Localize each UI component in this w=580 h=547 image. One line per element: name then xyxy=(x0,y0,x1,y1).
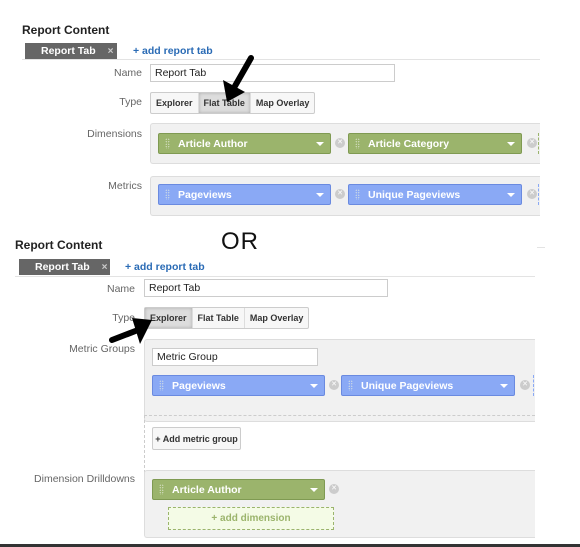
section-title: Report Content xyxy=(15,238,103,252)
remove-circle-icon[interactable]: ✕ xyxy=(329,484,339,494)
add-metric-group-button[interactable]: + Add metric group xyxy=(152,427,241,450)
chip-label: Article Author xyxy=(178,137,248,150)
metric-chip[interactable]: Unique Pageviews xyxy=(341,375,515,396)
dimension-chip[interactable]: Article Author xyxy=(152,479,325,500)
dropdown-caret-icon[interactable] xyxy=(310,384,318,388)
tab-label: Report Tab xyxy=(41,45,96,57)
remove-circle-icon[interactable]: ✕ xyxy=(520,380,530,390)
close-icon[interactable]: × xyxy=(108,46,114,57)
divider xyxy=(15,276,535,277)
metrics-label: Metrics xyxy=(108,180,142,192)
dimension-drilldowns-label: Dimension Drilldowns xyxy=(34,473,135,485)
add-report-tab-link[interactable]: + add report tab xyxy=(133,45,213,57)
dropdown-caret-icon[interactable] xyxy=(507,193,515,197)
chip-label: Pageviews xyxy=(172,379,226,392)
name-input[interactable] xyxy=(150,64,395,82)
metric-group-name-input[interactable] xyxy=(152,348,318,366)
chip-label: Article Author xyxy=(172,483,242,496)
metric-chip[interactable]: Pageviews xyxy=(152,375,325,396)
chip-label: Pageviews xyxy=(178,188,232,201)
name-label: Name xyxy=(106,283,135,295)
dropdown-caret-icon[interactable] xyxy=(316,193,324,197)
add-metric-edge xyxy=(538,184,540,205)
drag-grip-icon[interactable] xyxy=(165,138,170,149)
dimensions-label: Dimensions xyxy=(87,128,142,140)
tab-label: Report Tab xyxy=(35,261,90,273)
type-map-overlay[interactable]: Map Overlay xyxy=(251,93,315,113)
dimension-chip[interactable]: Article Author xyxy=(158,133,331,154)
add-dimension-button[interactable]: + add dimension xyxy=(168,507,334,530)
drag-grip-icon[interactable] xyxy=(355,189,360,200)
type-label: Type xyxy=(119,96,142,108)
add-dimension-edge xyxy=(538,133,540,154)
close-icon[interactable]: × xyxy=(102,262,108,273)
drag-grip-icon[interactable] xyxy=(159,484,164,495)
add-metric-edge xyxy=(533,375,535,396)
metric-chip[interactable]: Pageviews xyxy=(158,184,331,205)
chip-label: Unique Pageviews xyxy=(361,379,454,392)
chip-label: Article Category xyxy=(368,137,450,150)
arrow-annotation-icon xyxy=(223,55,254,102)
remove-circle-icon[interactable]: ✕ xyxy=(335,138,345,148)
drag-grip-icon[interactable] xyxy=(159,380,164,391)
type-explorer[interactable]: Explorer xyxy=(151,93,199,113)
drag-grip-icon[interactable] xyxy=(165,189,170,200)
divider xyxy=(22,59,540,60)
remove-circle-icon[interactable]: ✕ xyxy=(335,189,345,199)
name-input[interactable] xyxy=(144,279,388,297)
metric-chip[interactable]: Unique Pageviews xyxy=(348,184,522,205)
drag-grip-icon[interactable] xyxy=(348,380,353,391)
remove-circle-icon[interactable]: ✕ xyxy=(527,138,537,148)
section-title: Report Content xyxy=(22,23,110,37)
remove-circle-icon[interactable]: ✕ xyxy=(329,380,339,390)
dimension-chip[interactable]: Article Category xyxy=(348,133,522,154)
dropdown-caret-icon[interactable] xyxy=(310,488,318,492)
chip-label: Unique Pageviews xyxy=(368,188,461,201)
remove-circle-icon[interactable]: ✕ xyxy=(527,189,537,199)
dropdown-caret-icon[interactable] xyxy=(316,142,324,146)
type-selector: Explorer Flat Table Map Overlay xyxy=(144,307,310,329)
report-tab[interactable]: Report Tab × xyxy=(25,43,117,59)
metric-groups-label: Metric Groups xyxy=(69,343,135,355)
divider xyxy=(537,247,545,248)
dropdown-caret-icon[interactable] xyxy=(507,142,515,146)
dropdown-caret-icon[interactable] xyxy=(500,384,508,388)
name-label: Name xyxy=(113,67,142,79)
add-report-tab-link[interactable]: + add report tab xyxy=(125,261,205,273)
or-separator: OR xyxy=(221,228,259,255)
type-map-overlay[interactable]: Map Overlay xyxy=(245,308,309,328)
type-flat-table[interactable]: Flat Table xyxy=(193,308,245,328)
report-tab[interactable]: Report Tab × xyxy=(19,259,110,275)
drag-grip-icon[interactable] xyxy=(355,138,360,149)
